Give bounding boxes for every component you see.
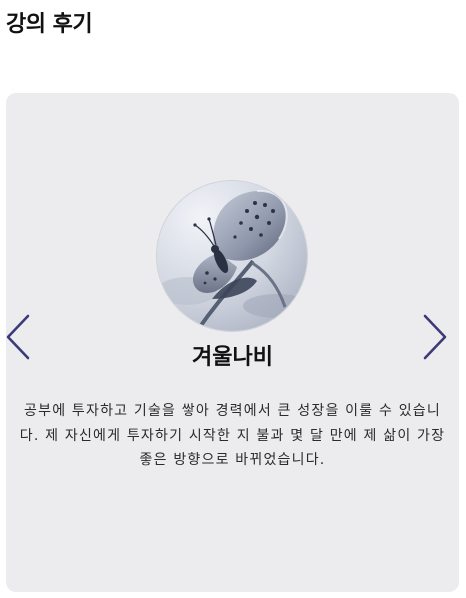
section-title: 강의 후기 [6, 12, 93, 37]
carousel-next-button[interactable] [421, 314, 449, 360]
reviewer-name: 겨울나비 [192, 345, 273, 370]
chevron-left-icon [6, 314, 30, 360]
reviews-section: 강의 후기 겨울나비 공부에 투자하고 기술을 쌓아 경력에서 큰 성장을 이룰… [0, 0, 466, 598]
review-card: 겨울나비 공부에 투자하고 기술을 쌓아 경력에서 큰 성장을 이룰 수 있습니… [6, 93, 459, 592]
butterfly-photo [157, 181, 307, 331]
reviewer-avatar [157, 181, 307, 331]
carousel-prev-button[interactable] [4, 314, 32, 360]
review-text: 공부에 투자하고 기술을 쌓아 경력에서 큰 성장을 이룰 수 있습니다. 제 … [19, 403, 446, 468]
chevron-right-icon [423, 314, 447, 360]
